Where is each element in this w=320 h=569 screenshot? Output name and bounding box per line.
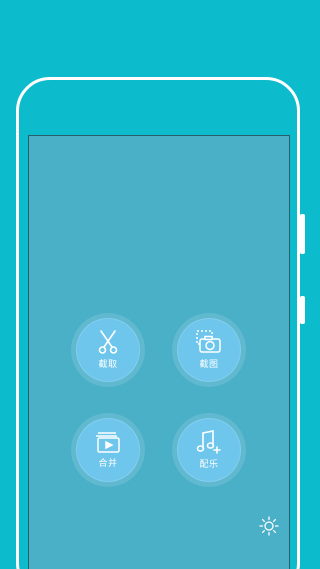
- phone-power-button: [300, 296, 305, 324]
- video-stack-icon: [95, 431, 121, 453]
- merge-button[interactable]: 合并: [71, 413, 145, 487]
- screenshot-button[interactable]: 截图: [172, 313, 246, 387]
- app-stage: 截取 截图 合并 配乐: [0, 0, 320, 569]
- sun-icon: [259, 516, 279, 540]
- screenshot-button-face: 截图: [177, 318, 241, 382]
- music-note-icon: [196, 430, 222, 454]
- music-button[interactable]: 配乐: [172, 413, 246, 487]
- camera-icon: [196, 330, 222, 354]
- trim-button[interactable]: 截取: [71, 313, 145, 387]
- trim-label: 截取: [98, 360, 118, 370]
- music-button-face: 配乐: [177, 418, 241, 482]
- phone-screen: [28, 135, 290, 569]
- trim-button-face: 截取: [76, 318, 140, 382]
- music-label: 配乐: [199, 460, 219, 470]
- phone-volume-button: [300, 214, 305, 254]
- settings-button[interactable]: [257, 516, 281, 540]
- screenshot-label: 截图: [199, 360, 219, 370]
- merge-button-face: 合并: [76, 418, 140, 482]
- scissors-icon: [97, 330, 119, 354]
- merge-label: 合并: [98, 459, 118, 469]
